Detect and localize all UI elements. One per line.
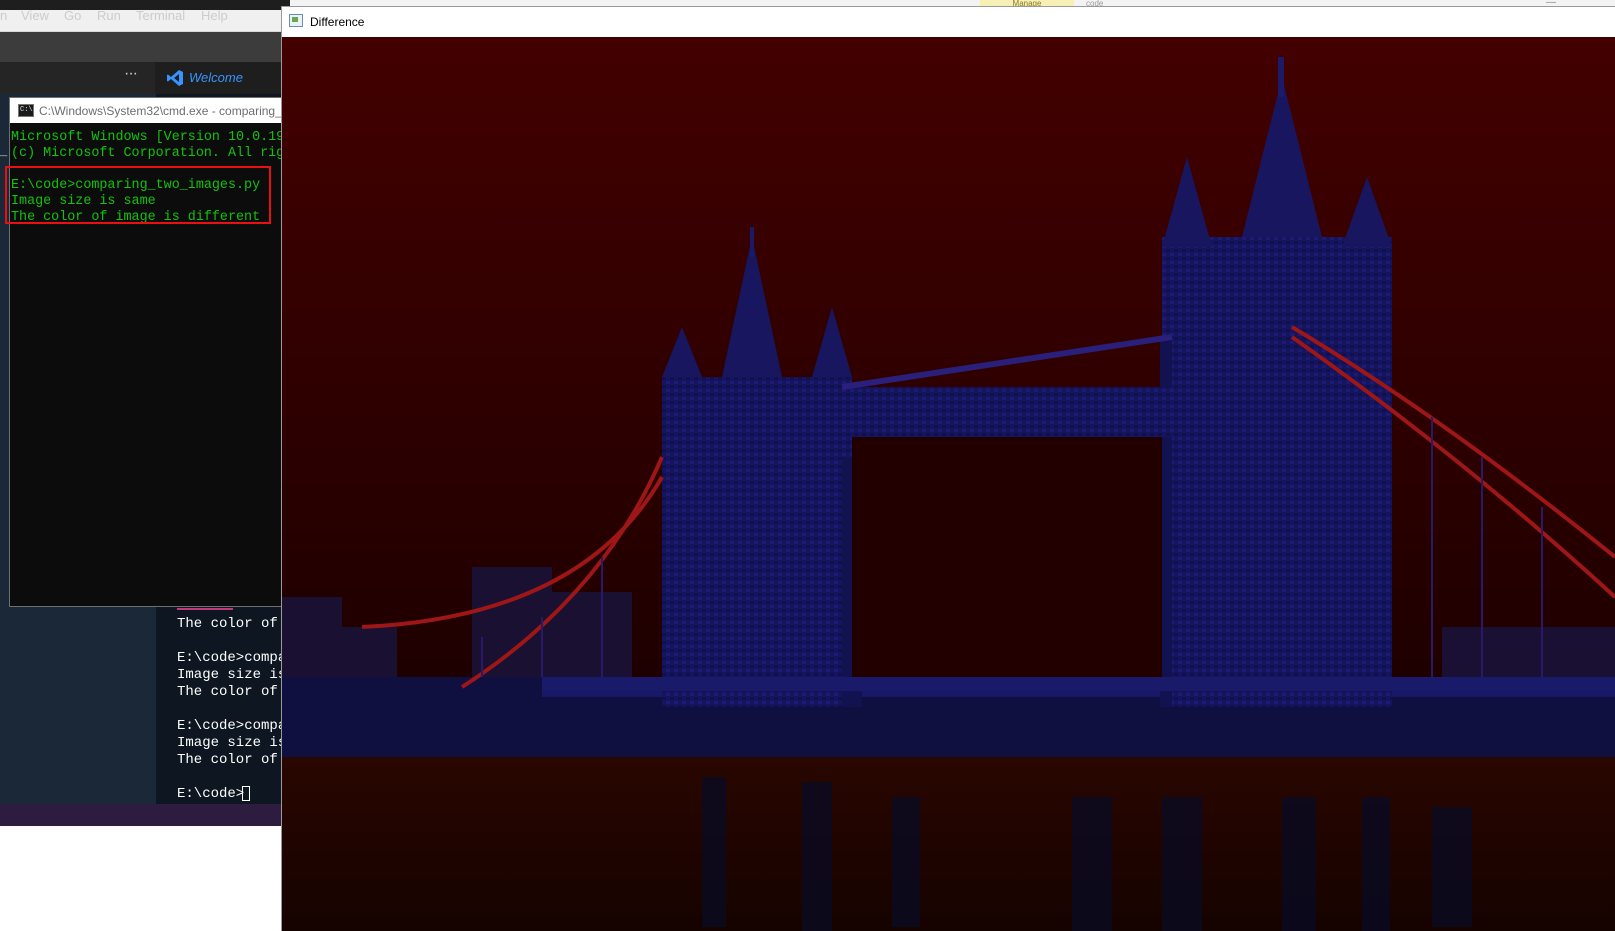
cmd-app-icon-label: C:\: [20, 106, 33, 114]
menu-item-go[interactable]: Go: [64, 8, 81, 24]
window-app-icon-detail: [292, 17, 298, 22]
road-deck: [542, 677, 1615, 691]
terminal-prompt: E:\code>: [177, 786, 245, 802]
difference-window-title: Difference: [310, 15, 365, 29]
terminal-line: The color of: [177, 616, 278, 632]
cmd-line: Microsoft Windows [Version 10.0.19: [11, 130, 285, 145]
menu-item-view[interactable]: View: [21, 8, 49, 24]
terminal-line: The color of: [177, 684, 278, 700]
menu-item-partial[interactable]: n: [0, 8, 7, 24]
more-actions-icon[interactable]: ···: [124, 66, 138, 82]
minimize-icon[interactable]: —: [1546, 0, 1566, 8]
vscode-statusbar: [0, 804, 290, 826]
terminal-cursor: [242, 786, 250, 801]
difference-image: [282, 37, 1615, 931]
terminal-line: The color of: [177, 752, 278, 768]
vscode-menubar: [0, 32, 290, 62]
bridge-opening: [852, 437, 1162, 687]
cmd-window-title: C:\Windows\System32\cmd.exe - comparing_: [39, 104, 282, 118]
menu-item-help[interactable]: Help: [201, 8, 228, 24]
edge-text-fragment: _: [0, 145, 8, 159]
menu-item-terminal[interactable]: Terminal: [136, 8, 185, 24]
vscode-logo-icon: [167, 70, 183, 86]
menu-item-run[interactable]: Run: [97, 8, 121, 24]
water-region: [282, 757, 1615, 931]
cmd-line: (c) Microsoft Corporation. All rig: [11, 146, 285, 161]
terminal-line: E:\code>compa: [177, 650, 287, 666]
terminal-line: Image size is: [177, 735, 287, 751]
tab-welcome-label: Welcome: [189, 70, 243, 85]
terminal-line: Image size is: [177, 667, 287, 683]
terminal-line: E:\code>compa: [177, 718, 287, 734]
terminal-tab-underline: [177, 608, 233, 610]
high-walkway: [842, 387, 1172, 437]
difference-titlebar[interactable]: [282, 7, 1615, 37]
highlight-annotation-box: [5, 166, 271, 224]
